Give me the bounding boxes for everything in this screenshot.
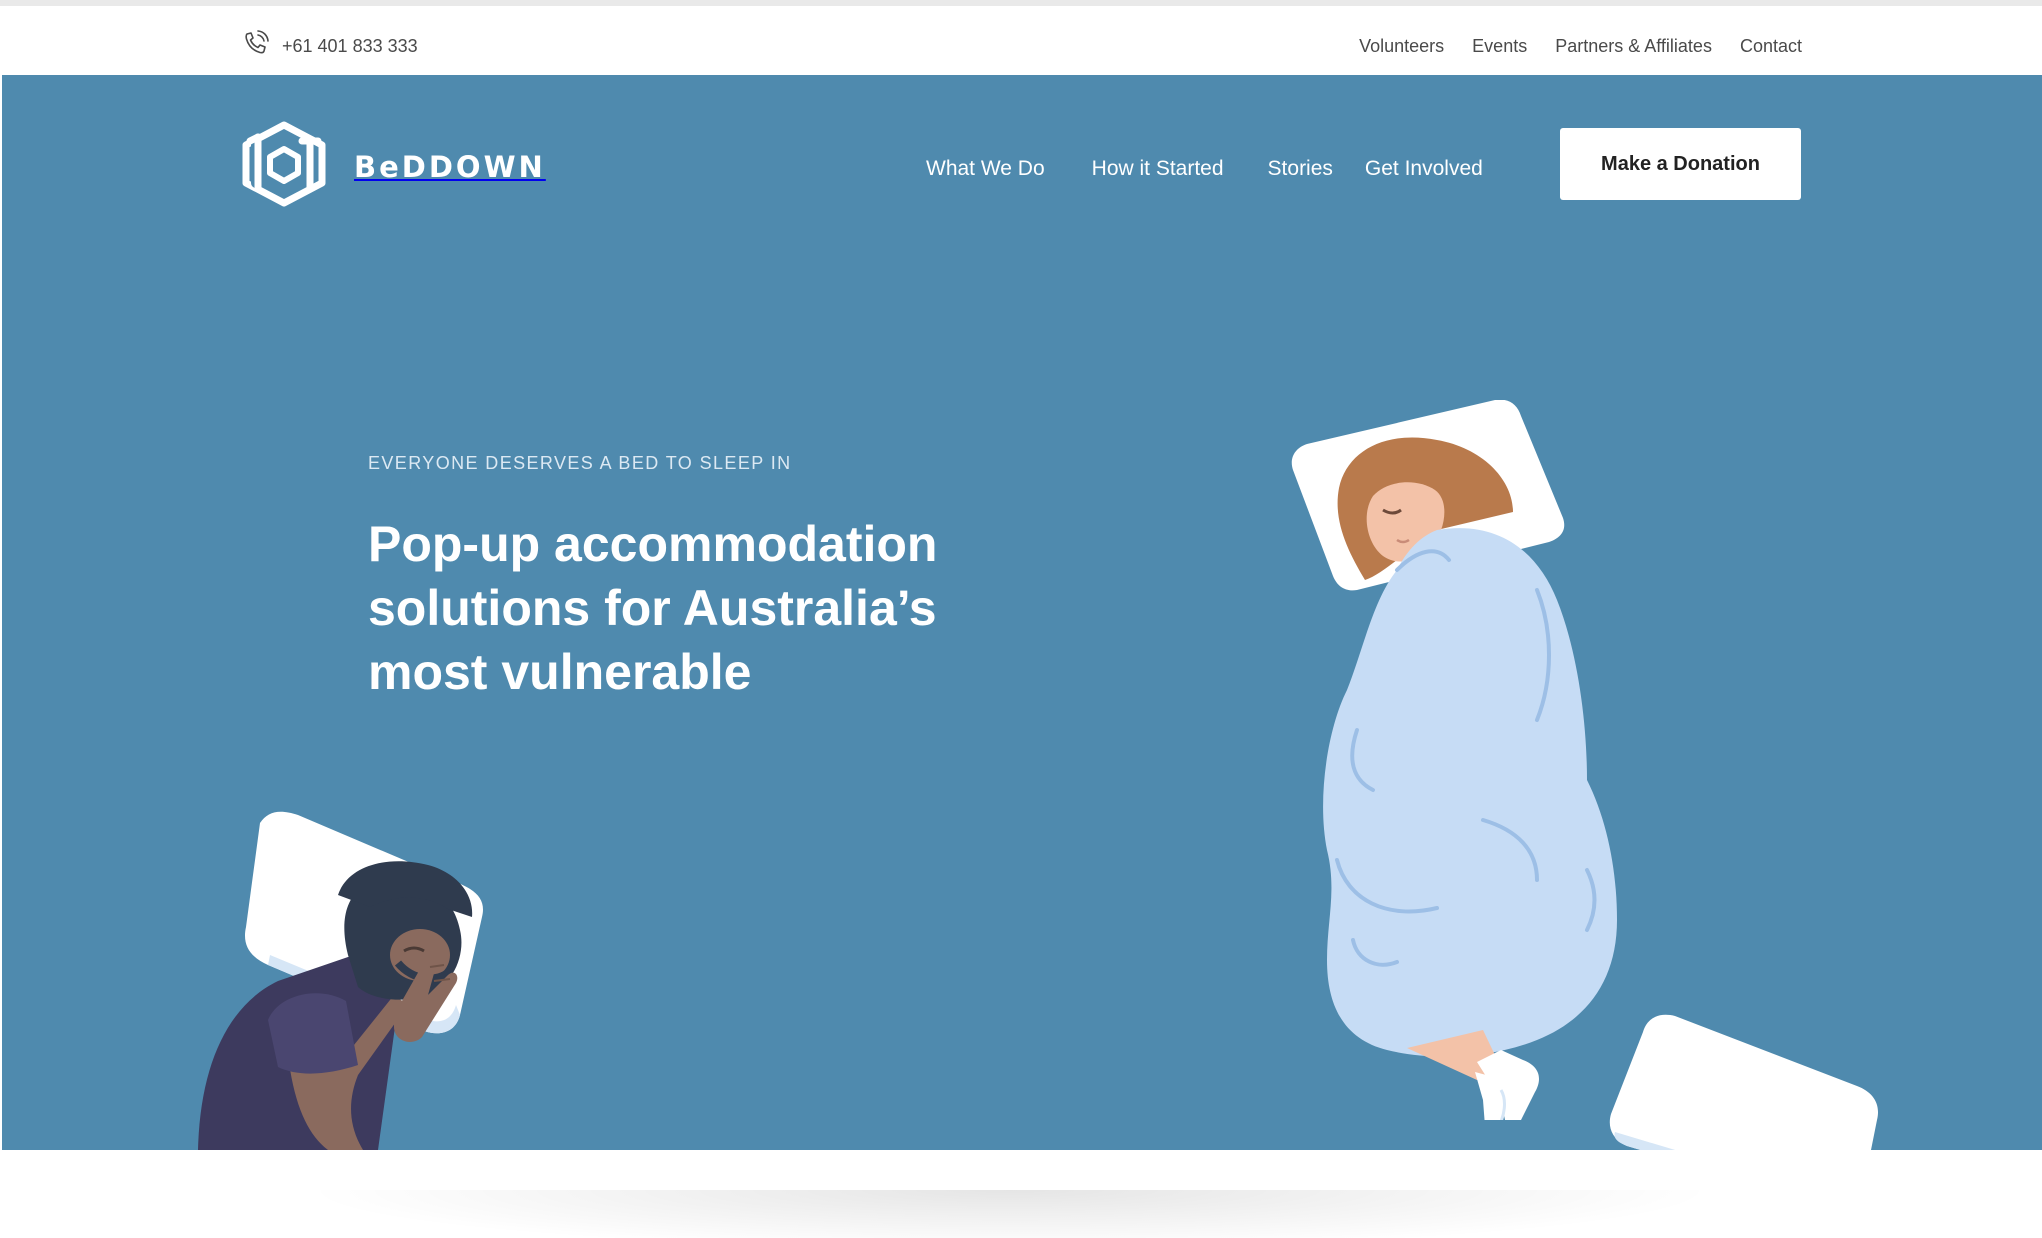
util-link-volunteers[interactable]: Volunteers	[1359, 36, 1444, 57]
util-link-contact[interactable]: Contact	[1740, 36, 1802, 57]
sleeping-man-illustration	[198, 811, 483, 1150]
card-shadow	[300, 1190, 1720, 1238]
nav-get-involved[interactable]: Get Involved	[1365, 157, 1483, 181]
utility-nav: Volunteers Events Partners & Affiliates …	[1359, 36, 1802, 57]
util-link-events[interactable]: Events	[1472, 36, 1527, 57]
nav-stories[interactable]: Stories	[1268, 157, 1333, 181]
hero-section: BeDDOWN What We Do How it Started Storie…	[2, 75, 2042, 1150]
nav-what-we-do[interactable]: What We Do	[926, 157, 1045, 181]
pillow-illustration	[1609, 1014, 1878, 1150]
beddown-logo-icon	[236, 121, 332, 212]
util-link-partners[interactable]: Partners & Affiliates	[1555, 36, 1712, 57]
hero-headline: Pop-up accommodation solutions for Austr…	[368, 516, 938, 700]
make-donation-button[interactable]: Make a Donation	[1560, 128, 1801, 200]
phone-icon	[240, 28, 282, 65]
phone-contact[interactable]: +61 401 833 333	[240, 28, 418, 65]
page: +61 401 833 333 Volunteers Events Partne…	[0, 0, 2042, 1238]
sleeping-woman-illustration	[1291, 400, 1617, 1120]
logo-text: BeDDOWN	[354, 149, 546, 184]
main-nav: What We Do How it Started Stories Get In…	[926, 157, 1483, 181]
nav-how-it-started[interactable]: How it Started	[1092, 157, 1224, 181]
hero-eyebrow: EVERYONE DESERVES A BED TO SLEEP IN	[368, 453, 792, 473]
utility-bar: +61 401 833 333 Volunteers Events Partne…	[0, 0, 2042, 75]
logo[interactable]: BeDDOWN	[236, 121, 546, 212]
phone-number: +61 401 833 333	[282, 36, 418, 56]
